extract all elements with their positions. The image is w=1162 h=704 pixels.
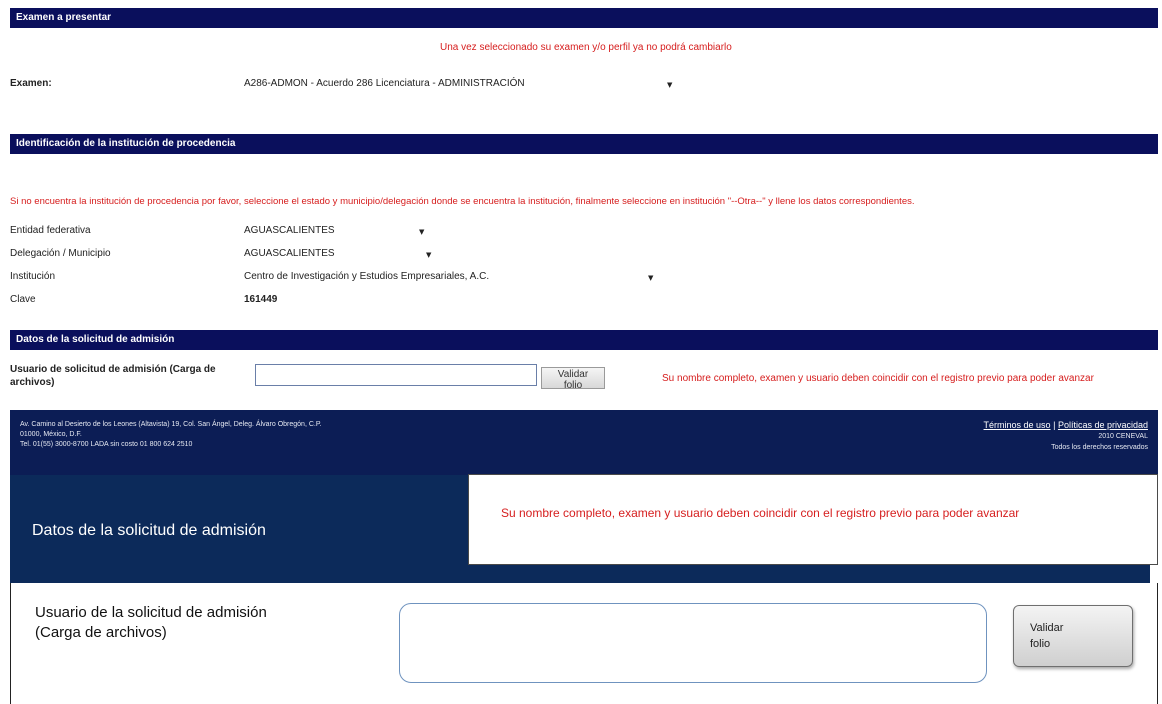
zoom-user-label: Usuario de la solicitud de admisión (Car… (35, 603, 267, 643)
exam-value: A286-ADMON - Acuerdo 286 Licenciatura - … (244, 78, 525, 89)
exam-warning: Una vez seleccionado su examen y/o perfi… (440, 42, 732, 53)
zoom-validate-folio-button[interactable]: Validar folio (1013, 605, 1133, 667)
municipality-select[interactable]: AGUASCALIENTES (244, 248, 335, 259)
zoom-user-label-line: (Carga de archivos) (35, 624, 167, 641)
footer-links: Términos de uso | Políticas de privacida… (984, 420, 1148, 453)
privacy-link[interactable]: Políticas de privacidad (1058, 420, 1148, 430)
state-label: Entidad federativa (10, 225, 91, 236)
footer-rights: Todos los derechos reservados (1051, 444, 1148, 451)
exam-section-header: Examen a presentar (10, 8, 1158, 28)
dropdown-arrow-icon[interactable]: ▼ (426, 251, 431, 259)
zoom-user-label-line: Usuario de la solicitud de admisión (35, 604, 267, 621)
page-footer: Av. Camino al Desierto de los Leones (Al… (10, 410, 1158, 475)
dropdown-arrow-icon[interactable]: ▼ (419, 228, 424, 236)
zoom-button-label: Validar folio (1030, 622, 1064, 650)
footer-address-line: Av. Camino al Desierto de los Leones (Al… (20, 421, 322, 428)
exam-label: Examen: (10, 78, 52, 89)
footer-separator: | (1053, 420, 1056, 430)
institution-instruction: Si no encuentra la institución de proced… (10, 196, 915, 207)
municipality-value: AGUASCALIENTES (244, 248, 335, 259)
validate-folio-button[interactable]: Validar folio (541, 367, 605, 391)
admission-note: Su nombre completo, examen y usuario deb… (662, 373, 1094, 384)
zoom-form-body: Usuario de la solicitud de admisión (Car… (10, 583, 1158, 704)
dropdown-arrow-icon[interactable]: ▼ (667, 81, 672, 89)
institution-select[interactable]: Centro de Investigación y Estudios Empre… (244, 271, 489, 282)
admission-user-label: Usuario de solicitud de admisión (Carga … (10, 364, 216, 388)
zoom-note-text: Su nombre completo, examen y usuario deb… (501, 506, 1020, 520)
state-value: AGUASCALIENTES (244, 225, 335, 236)
key-label: Clave (10, 294, 36, 305)
dropdown-arrow-icon[interactable]: ▼ (648, 274, 653, 282)
footer-phone: Tel. 01(55) 3000-8700 LADA sin costo 01 … (20, 441, 193, 448)
institution-value: Centro de Investigación y Estudios Empre… (244, 271, 490, 282)
footer-year: 2010 CENEVAL (1098, 433, 1148, 440)
institution-label: Institución (10, 271, 56, 282)
zoom-note-box: Su nombre completo, examen y usuario deb… (468, 474, 1158, 565)
exam-select[interactable]: A286-ADMON - Acuerdo 286 Licenciatura - … (244, 78, 525, 89)
admission-section-header: Datos de la solicitud de admisión (10, 330, 1158, 350)
footer-address-line: 01000, México, D.F. (20, 431, 82, 438)
institution-section-header: Identificación de la institución de proc… (10, 134, 1158, 154)
state-select[interactable]: AGUASCALIENTES (244, 225, 335, 236)
municipality-label: Delegación / Municipio (10, 248, 111, 259)
key-value: 161449 (244, 294, 278, 305)
zoom-user-input[interactable] (399, 603, 987, 683)
admission-user-input[interactable] (255, 364, 537, 386)
terms-link[interactable]: Términos de uso (984, 420, 1051, 430)
footer-address: Av. Camino al Desierto de los Leones (Al… (20, 420, 322, 450)
zoom-section-title: Datos de la solicitud de admisión (32, 522, 266, 539)
